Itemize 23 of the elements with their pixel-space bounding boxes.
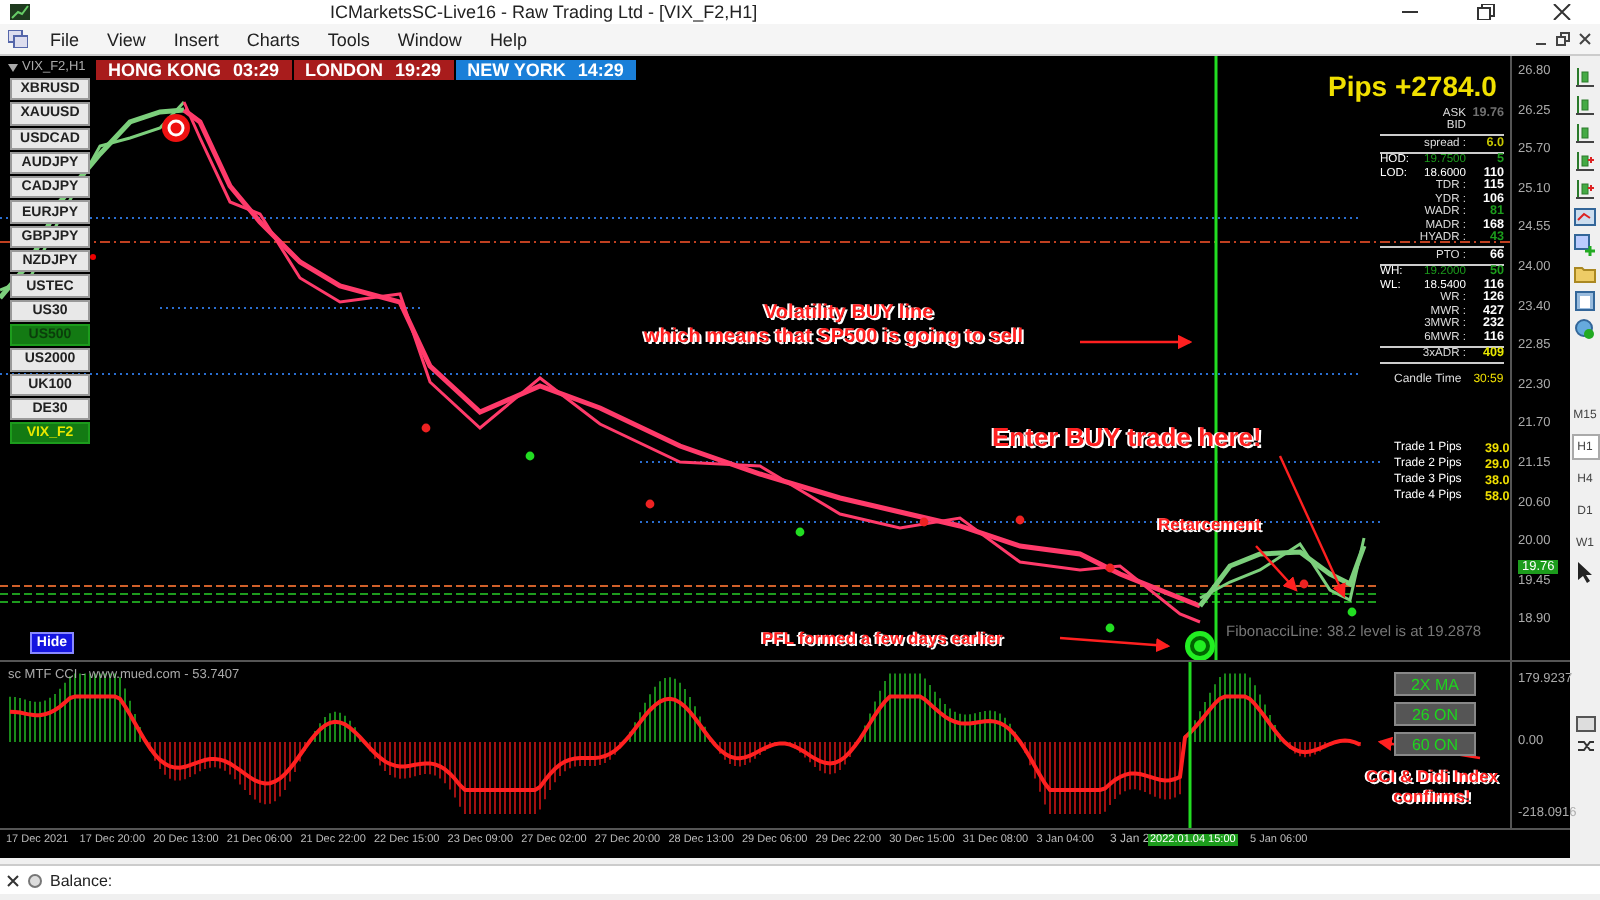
- menu-item[interactable]: View: [93, 29, 160, 49]
- session-name: NEW YORK: [467, 60, 566, 80]
- session-time: 03:29: [233, 60, 280, 80]
- menu-item[interactable]: Tools: [313, 29, 384, 49]
- menu-item[interactable]: Insert: [159, 29, 233, 49]
- menu-item[interactable]: Window: [383, 29, 476, 49]
- menu-item[interactable]: Charts: [232, 29, 314, 49]
- session-time: 19:29: [395, 60, 442, 80]
- annotation-text: PFL formed a few days earlier: [762, 628, 1003, 648]
- session-name: HONG KONG: [108, 60, 222, 80]
- annotation-text: Volatility BUY line: [764, 302, 934, 324]
- indicator-toggle-button[interactable]: 2X MA: [1394, 672, 1476, 696]
- pips-total: Pips +2784.0: [1328, 70, 1497, 102]
- menu-item[interactable]: File: [36, 29, 94, 49]
- annotation-text: which means that SP500 is going to sell: [644, 326, 1023, 348]
- session-name: LONDON: [305, 60, 384, 80]
- menu-item[interactable]: Help: [475, 29, 541, 49]
- balance-label: Balance:: [50, 871, 113, 889]
- annotation-text: CCI & Didi Index confirms!: [1363, 766, 1501, 806]
- indicator-toggle-button[interactable]: 26 ON: [1394, 702, 1476, 726]
- window-title: ICMarketsSC-Live16 - Raw Trading Ltd - [VIX_F2,H1]: [330, 2, 760, 22]
- session-time: 14:29: [577, 60, 624, 80]
- indicator-toggle-button[interactable]: 60 ON: [1394, 732, 1476, 756]
